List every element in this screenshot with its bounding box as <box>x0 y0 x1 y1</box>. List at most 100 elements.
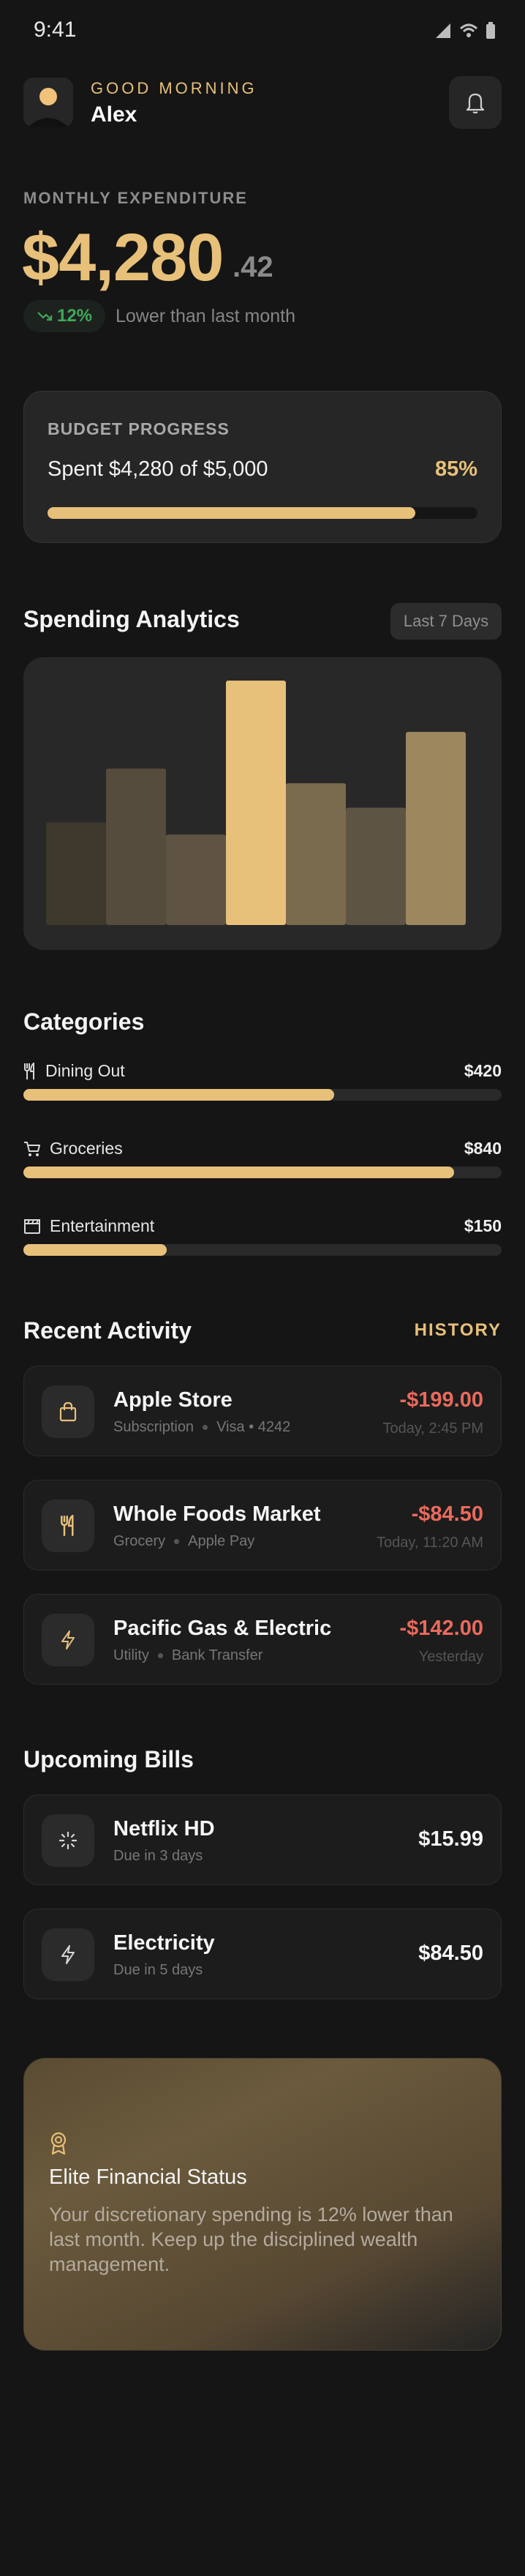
battery-icon <box>486 22 495 39</box>
transaction-type: Grocery <box>113 1533 166 1549</box>
bills-title: Upcoming Bills <box>23 1746 194 1772</box>
category-name: Dining Out <box>45 1061 125 1080</box>
transaction-time: Today, 2:45 PM <box>382 1420 483 1437</box>
bill-amount: $84.50 <box>418 1942 483 1965</box>
lightning-icon <box>61 1630 75 1650</box>
status-title: Elite Financial Status <box>49 2165 247 2189</box>
budget-card: BUDGET PROGRESS Spent $4,280 of $5,000 8… <box>23 391 502 543</box>
transaction-amount: -$199.00 <box>399 1388 484 1412</box>
bill-due: Due in 5 days <box>113 1962 203 1978</box>
chart-bar[interactable] <box>346 807 406 925</box>
category-row[interactable]: Dining Out $420 <box>23 1061 502 1105</box>
transaction-icon-box <box>42 1499 94 1552</box>
transaction-time: Yesterday <box>418 1649 483 1665</box>
spending-chart <box>23 657 502 950</box>
status-time: 9:41 <box>34 18 77 42</box>
transaction-method: Visa • 4242 <box>216 1419 291 1435</box>
trending-down-icon <box>37 312 53 321</box>
bill-icon-box <box>42 1928 94 1981</box>
bill-amount: $15.99 <box>418 1827 483 1851</box>
transaction-title: Pacific Gas & Electric <box>113 1617 332 1640</box>
category-name: Entertainment <box>50 1216 155 1235</box>
chart-bar[interactable] <box>286 783 346 925</box>
bell-icon <box>466 93 485 113</box>
bill-due: Due in 3 days <box>113 1848 203 1864</box>
bill-item[interactable]: Netflix HD Due in 3 days $15.99 <box>23 1794 502 1885</box>
analytics-title: Spending Analytics <box>23 606 240 632</box>
category-name: Groceries <box>50 1139 123 1158</box>
history-link[interactable]: HISTORY <box>415 1320 502 1341</box>
category-value: $840 <box>464 1139 502 1158</box>
transaction-type: Utility <box>113 1647 149 1663</box>
budget-spent: Spent $4,280 of $5,000 <box>48 457 268 481</box>
greeting: GOOD MORNING <box>91 79 257 97</box>
category-label: Entertainment <box>23 1216 154 1236</box>
transaction-amount: -$84.50 <box>411 1502 483 1526</box>
category-track <box>23 1089 502 1101</box>
avatar[interactable] <box>23 78 73 127</box>
status-icons <box>434 22 496 40</box>
fork-knife-icon <box>61 1515 74 1536</box>
elite-status-card[interactable]: Elite Financial Status Your discretionar… <box>23 2058 502 2351</box>
separator-dot <box>157 1653 163 1658</box>
category-fill <box>23 1089 335 1101</box>
transaction-title: Apple Store <box>113 1388 233 1412</box>
loader-icon <box>58 1831 78 1850</box>
spending-chart-svg <box>46 681 466 925</box>
bill-title: Netflix HD <box>113 1817 215 1841</box>
budget-progress-fill <box>48 507 416 519</box>
transaction-item[interactable]: Apple Store Subscription Visa • 4242 -$1… <box>23 1366 502 1456</box>
categories-title: Categories <box>23 1008 145 1035</box>
shopping-bag-icon <box>59 1401 77 1422</box>
activity-title: Recent Activity <box>23 1317 192 1344</box>
cart-icon <box>24 1141 40 1156</box>
category-value: $150 <box>464 1216 502 1235</box>
separator-dot <box>174 1539 180 1544</box>
wifi-icon <box>459 23 478 37</box>
trend-badge: 12% <box>23 300 105 332</box>
trend-value: 12% <box>56 306 93 326</box>
status-bar: 9:41 <box>0 0 525 63</box>
transaction-title: Whole Foods Market <box>113 1502 321 1526</box>
category-label: Dining Out <box>23 1061 125 1081</box>
transaction-meta: Subscription Visa • 4242 <box>113 1419 290 1436</box>
transaction-amount: -$142.00 <box>399 1617 484 1640</box>
status-text: Your discretionary spending is 12% lower… <box>49 2204 453 2275</box>
transaction-time: Today, 11:20 AM <box>376 1535 483 1551</box>
range-selector[interactable]: Last 7 Days <box>390 603 502 640</box>
category-fill <box>23 1244 167 1256</box>
transaction-method: Apple Pay <box>188 1533 255 1549</box>
transaction-item[interactable]: Pacific Gas & Electric Utility Bank Tran… <box>23 1594 502 1685</box>
category-fill <box>23 1167 454 1178</box>
user-name: Alex <box>91 102 137 127</box>
fork-knife-icon <box>24 1062 34 1079</box>
chart-bar[interactable] <box>406 732 466 925</box>
category-row[interactable]: Entertainment $150 <box>23 1216 502 1260</box>
chart-bar[interactable] <box>226 681 286 925</box>
category-track <box>23 1244 502 1256</box>
transaction-icon-box <box>42 1385 94 1438</box>
category-label: Groceries <box>23 1139 123 1158</box>
chart-bar[interactable] <box>46 822 106 925</box>
signal-icon <box>436 23 450 38</box>
expenditure-amount: $4,280 <box>22 220 224 295</box>
separator-dot <box>203 1425 208 1430</box>
header: GOOD MORNING Alex <box>23 76 502 129</box>
category-row[interactable]: Groceries $840 <box>23 1139 502 1183</box>
budget-percent: 85% <box>434 457 477 481</box>
lightning-icon <box>61 1945 75 1964</box>
chart-bar[interactable] <box>106 768 166 925</box>
bill-item[interactable]: Electricity Due in 5 days $84.50 <box>23 1909 502 1999</box>
transaction-type: Subscription <box>113 1419 194 1435</box>
transaction-item[interactable]: Whole Foods Market Grocery Apple Pay -$8… <box>23 1480 502 1570</box>
category-value: $420 <box>464 1061 502 1080</box>
category-track <box>23 1167 502 1178</box>
chart-bar[interactable] <box>166 834 226 925</box>
transaction-method: Bank Transfer <box>171 1647 263 1663</box>
avatar-icon <box>23 78 73 127</box>
clapperboard-icon <box>24 1218 40 1234</box>
budget-progress-track <box>48 507 477 519</box>
bill-icon-box <box>42 1814 94 1867</box>
award-icon <box>50 2132 67 2155</box>
notifications-button[interactable] <box>449 76 502 129</box>
